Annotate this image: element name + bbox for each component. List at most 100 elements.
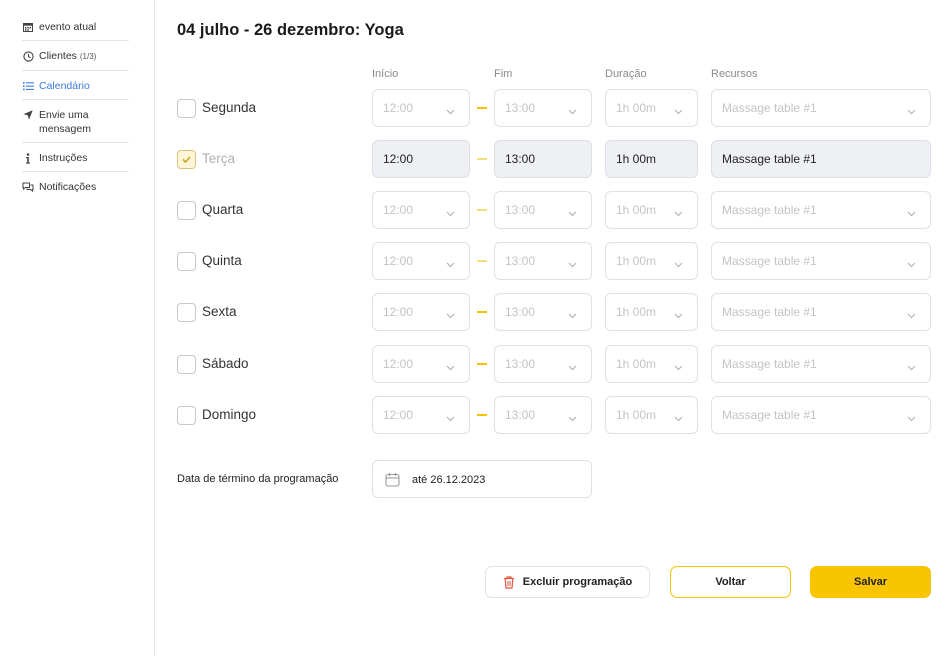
end-time-value: 13:00 xyxy=(505,203,536,217)
time-range-dash xyxy=(477,363,487,365)
day-label: Quarta xyxy=(202,202,244,217)
sidebar-item-label: evento atual xyxy=(39,21,97,33)
sidebar-item-current-event[interactable]: evento atual xyxy=(22,12,129,41)
resource-select[interactable]: Massage table #1 xyxy=(711,345,931,383)
day-checkbox[interactable] xyxy=(177,406,196,425)
chevron-down-icon xyxy=(568,206,577,220)
resource-select[interactable]: Massage table #1 xyxy=(711,396,931,434)
duration-value: 1h 00m xyxy=(616,152,657,166)
chevron-down-icon xyxy=(446,411,455,425)
calendar-icon xyxy=(22,20,34,34)
chevron-down-icon xyxy=(568,257,577,271)
sidebar-nav: evento atual Clientes (1/3) Calendário E… xyxy=(22,12,129,200)
resource-select[interactable]: Massage table #1 xyxy=(711,293,931,331)
chevron-down-icon xyxy=(568,308,577,322)
delete-schedule-button[interactable]: Excluir programação xyxy=(485,566,650,598)
chevron-down-icon xyxy=(907,104,916,118)
day-checkbox[interactable] xyxy=(177,201,196,220)
end-time-select[interactable]: 13:00 xyxy=(494,191,592,229)
sidebar-item-instructions[interactable]: Instruções xyxy=(22,143,129,172)
day-label: Domingo xyxy=(202,407,257,422)
day-row-1: Terça 12:00 13:00 1h 00m Massage table #1 xyxy=(177,140,937,178)
resource-value: Massage table #1 xyxy=(722,305,817,319)
sidebar-item-send-message[interactable]: Envie uma mensagem xyxy=(22,100,129,143)
resource-select[interactable]: Massage table #1 xyxy=(711,140,931,178)
end-time-select[interactable]: 13:00 xyxy=(494,345,592,383)
chevron-down-icon xyxy=(568,411,577,425)
end-time-select[interactable]: 13:00 xyxy=(494,396,592,434)
chevron-down-icon xyxy=(907,411,916,425)
chevron-down-icon xyxy=(674,206,683,220)
end-time-value: 13:00 xyxy=(505,357,536,371)
sidebar-item-clients[interactable]: Clientes (1/3) xyxy=(22,41,129,71)
duration-select[interactable]: 1h 00m xyxy=(605,396,698,434)
resource-select[interactable]: Massage table #1 xyxy=(711,242,931,280)
column-header-resources: Recursos xyxy=(711,68,758,80)
end-time-value: 13:00 xyxy=(505,101,536,115)
start-time-select[interactable]: 12:00 xyxy=(372,89,470,127)
start-time-value: 12:00 xyxy=(383,357,414,371)
day-label: Quinta xyxy=(202,253,242,268)
start-time-select[interactable]: 12:00 xyxy=(372,345,470,383)
check-icon xyxy=(182,156,191,164)
column-header-duration: Duração xyxy=(605,68,647,80)
start-time-value: 12:00 xyxy=(383,152,414,166)
sidebar: evento atual Clientes (1/3) Calendário E… xyxy=(0,0,155,656)
start-time-select[interactable]: 12:00 xyxy=(372,293,470,331)
start-time-select[interactable]: 12:00 xyxy=(372,191,470,229)
chevron-down-icon xyxy=(907,360,916,374)
sidebar-item-notifications[interactable]: Notificações xyxy=(22,172,129,200)
sidebar-item-label: Calendário xyxy=(39,80,90,92)
start-time-select[interactable]: 12:00 xyxy=(372,396,470,434)
day-label: Sábado xyxy=(202,356,249,371)
chevron-down-icon xyxy=(674,360,683,374)
chevron-down-icon xyxy=(446,308,455,322)
time-range-dash xyxy=(477,209,487,211)
duration-select[interactable]: 1h 00m xyxy=(605,242,698,280)
day-checkbox[interactable] xyxy=(177,150,196,169)
end-date-value: até 26.12.2023 xyxy=(412,474,486,486)
clock-icon xyxy=(22,49,34,63)
chat-icon xyxy=(22,180,34,194)
end-time-value: 13:00 xyxy=(505,408,536,422)
chevron-down-icon xyxy=(446,257,455,271)
column-header-start: Início xyxy=(372,68,399,80)
day-checkbox[interactable] xyxy=(177,99,196,118)
start-time-select[interactable]: 12:00 xyxy=(372,140,470,178)
send-icon xyxy=(22,108,34,122)
end-date-field[interactable]: até 26.12.2023 xyxy=(372,460,592,498)
day-row-6: Domingo 12:00 13:00 1h 00m Massage table #1 xyxy=(177,396,937,434)
end-time-select[interactable]: 13:00 xyxy=(494,140,592,178)
duration-select[interactable]: 1h 00m xyxy=(605,191,698,229)
day-checkbox[interactable] xyxy=(177,355,196,374)
resource-value: Massage table #1 xyxy=(722,408,817,422)
day-label: Segunda xyxy=(202,100,257,115)
back-button[interactable]: Voltar xyxy=(670,566,791,598)
resource-value: Massage table #1 xyxy=(722,203,817,217)
save-button[interactable]: Salvar xyxy=(810,566,931,598)
time-range-dash xyxy=(477,158,487,160)
column-header-end: Fim xyxy=(494,68,513,80)
chevron-down-icon xyxy=(568,360,577,374)
chevron-down-icon xyxy=(907,257,916,271)
day-checkbox[interactable] xyxy=(177,252,196,271)
chevron-down-icon xyxy=(907,308,916,322)
end-time-select[interactable]: 13:00 xyxy=(494,89,592,127)
day-checkbox[interactable] xyxy=(177,303,196,322)
start-time-value: 12:00 xyxy=(383,408,414,422)
end-time-select[interactable]: 13:00 xyxy=(494,242,592,280)
resource-select[interactable]: Massage table #1 xyxy=(711,89,931,127)
resource-value: Massage table #1 xyxy=(722,254,817,268)
end-time-select[interactable]: 13:00 xyxy=(494,293,592,331)
resource-value: Massage table #1 xyxy=(722,357,817,371)
resource-select[interactable]: Massage table #1 xyxy=(711,191,931,229)
duration-select[interactable]: 1h 00m xyxy=(605,345,698,383)
chevron-down-icon xyxy=(907,206,916,220)
duration-select[interactable]: 1h 00m xyxy=(605,89,698,127)
sidebar-item-calendar[interactable]: Calendário xyxy=(22,71,129,100)
duration-select[interactable]: 1h 00m xyxy=(605,140,698,178)
sidebar-item-label: Clientes xyxy=(39,50,77,62)
start-time-select[interactable]: 12:00 xyxy=(372,242,470,280)
start-time-value: 12:00 xyxy=(383,305,414,319)
duration-select[interactable]: 1h 00m xyxy=(605,293,698,331)
